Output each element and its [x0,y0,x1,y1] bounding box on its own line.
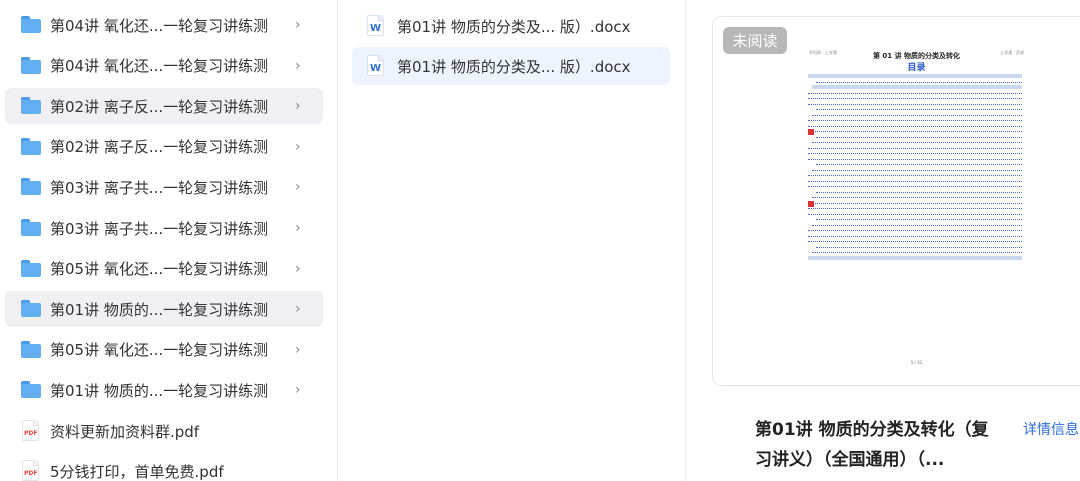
folder-icon [21,219,41,236]
document-page-thumbnail: 学科网 · 上学通 上学通 · 资源 第 01 讲 物质的分类及转化 目录 1 … [808,47,1025,377]
chevron-right-icon: › [295,17,301,33]
docx-file-row[interactable]: W 第01讲 物质的分类及... 版）.docx [352,47,670,85]
unread-badge: 未阅读 [723,27,787,54]
docx-file-row[interactable]: W 第01讲 物质的分类及... 版）.docx [352,7,670,45]
toc-line [808,255,1022,260]
word-file-icon: W [367,55,384,76]
folder-row[interactable]: 第05讲 氧化还...一轮复习讲练测 › [5,251,323,287]
word-file-icon: W [367,15,384,36]
folder-row[interactable]: 第03讲 离子共...一轮复习讲练测 › [5,210,323,246]
chevron-right-icon: › [295,220,301,236]
folder-row[interactable]: 第04讲 氧化还...一轮复习讲练测 › [5,48,323,84]
folder-row[interactable]: 第03讲 离子共...一轮复习讲练测 › [5,169,323,205]
chevron-right-icon: › [295,179,301,196]
folder-row[interactable]: 第01讲 物质的...一轮复习讲练测 › [5,372,323,408]
pdf-file-label: 资料更新加资料群.pdf [50,422,200,441]
details-link[interactable]: 详情信息 [1023,419,1079,439]
chevron-right-icon: › [295,57,301,74]
toc-line [812,223,1022,226]
toc-marker [808,200,814,207]
toc-line [808,74,1022,78]
toc-line [812,85,1022,89]
toc-line [808,173,1022,176]
chevron-right-icon: › [295,98,301,115]
pdf-file-icon: PDF [22,420,39,441]
toc-line [808,124,1022,127]
folder-label: 第05讲 氧化还...一轮复习讲练测 [50,341,269,360]
folder-row[interactable]: 第02讲 离子反...一轮复习讲练测 › [5,88,323,125]
folder-row[interactable]: 第01讲 物质的...一轮复习讲练测 › [5,291,323,328]
chevron-right-icon: › [295,341,301,358]
toc-line [808,91,1022,94]
toc-line [812,195,1022,198]
toc-line [808,201,1022,204]
toc-line [812,168,1022,171]
toc-line [808,151,1022,154]
chevron-right-icon: › [295,138,301,155]
file-list-panel: W 第01讲 物质的分类及... 版）.docx W 第01讲 物质的分类及... 版… [338,0,686,481]
toc-line [812,140,1022,143]
pdf-file-icon: PDF [22,460,39,481]
folder-icon [21,340,41,358]
preview-file-title: 第01讲 物质的分类及转化（复习讲义）（全国通用）（... [755,420,989,470]
document-preview-card[interactable]: 未阅读 学科网 · 上学通 上学通 · 资源 第 01 讲 物质的分类及转化 目… [712,16,1080,386]
toc-line [812,113,1022,116]
folder-icon [21,137,41,155]
folder-icon [21,300,41,318]
toc-line [816,107,1022,110]
folder-icon [21,97,41,115]
toc-line [808,96,1022,99]
folder-row[interactable]: 第05讲 氧化还...一轮复习讲练测 › [5,332,323,368]
pdf-file-row[interactable]: PDF 5分钱打印，首单免费.pdf [5,453,323,481]
folder-label: 第02讲 离子反...一轮复习讲练测 [50,138,269,157]
toc-line [808,184,1022,187]
toc-line [808,146,1022,149]
folder-icon [21,16,41,33]
toc-line [816,190,1022,193]
toc-line [808,212,1022,215]
folder-label: 第01讲 物质的...一轮复习讲练测 [50,300,269,319]
toc-line [808,102,1022,105]
toc-line [808,239,1022,242]
folder-icon [21,259,41,277]
docx-file-label: 第01讲 物质的分类及... 版）.docx [397,58,631,76]
folder-label: 第04讲 氧化还...一轮复习讲练测 [50,57,269,76]
toc-marker [808,129,814,135]
folder-icon [21,178,41,196]
pdf-file-row[interactable]: PDF 资料更新加资料群.pdf [5,413,323,449]
doc-page-number: 1 / 31 [910,360,923,365]
folder-icon [21,381,41,399]
folder-label: 第01讲 物质的...一轮复习讲练测 [50,381,269,400]
toc-line [808,118,1022,121]
folder-label: 第05讲 氧化还...一轮复习讲练测 [50,260,269,279]
toc-line [812,250,1022,253]
toc-line [816,80,1022,83]
toc-line [816,162,1022,165]
pdf-file-label: 5分钱打印，首单免费.pdf [50,462,224,481]
folder-label: 第03讲 离子共...一轮复习讲练测 [50,178,269,197]
chevron-right-icon: › [295,301,301,318]
toc-line [808,206,1022,209]
toc-line [808,157,1022,160]
toc-line [808,129,1022,132]
chevron-right-icon: › [295,260,301,277]
toc-line [816,217,1022,220]
folder-row[interactable]: 第02讲 离子反...一轮复习讲练测 › [5,129,323,165]
doc-toc-title: 目录 [907,63,926,73]
folder-icon [21,56,41,74]
chevron-right-icon: › [295,382,301,399]
folder-label: 第02讲 离子反...一轮复习讲练测 [50,97,269,116]
preview-panel: 未阅读 学科网 · 上学通 上学通 · 资源 第 01 讲 物质的分类及转化 目… [687,0,1080,481]
toc-line [808,234,1022,237]
toc-line [808,179,1022,182]
toc-line [816,135,1022,138]
toc-line [808,228,1022,231]
folder-label: 第04讲 氧化还...一轮复习讲练测 [50,16,269,35]
folder-row[interactable]: 第04讲 氧化还...一轮复习讲练测 › [5,7,323,43]
folder-label: 第03讲 离子共...一轮复习讲练测 [50,219,269,238]
toc-line [816,245,1022,248]
docx-file-label: 第01讲 物质的分类及... 版）.docx [397,18,631,36]
folder-list-panel: 第04讲 氧化还...一轮复习讲练测 › 第04讲 氧化还...一轮复习讲练测 › 第0… [0,0,338,481]
